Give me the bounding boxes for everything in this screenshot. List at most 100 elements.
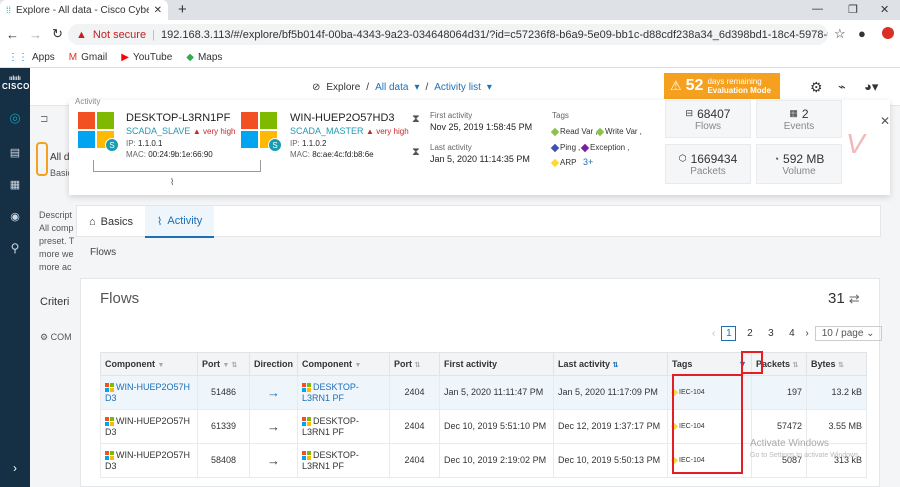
col-direction: Direction [249, 352, 298, 376]
forward-icon[interactable]: → [29, 27, 42, 42]
col-component[interactable]: Component ▼ [100, 352, 198, 376]
device2-ip: IP: 1.1.0.2 [290, 139, 327, 148]
url-text: 192.168.3.113/#/explore/bf5b014f-00ba-43… [160, 28, 828, 41]
red-mark-decoration: V [846, 128, 865, 159]
device1-role: SCADA_SLAVE ▲ very high [126, 126, 236, 136]
last-activity-value: Jan 5, 2020 11:14:35 PM [430, 154, 530, 164]
windows-device-icon [105, 416, 114, 426]
page-2[interactable]: 2 [742, 326, 757, 341]
tab-basics[interactable]: ⌂ Basics [77, 206, 145, 238]
chevron-down-icon[interactable]: ▾ [414, 82, 419, 93]
reports-nav-icon[interactable]: ▤ [7, 144, 23, 160]
minimize-icon[interactable]: — [812, 3, 823, 15]
user-avatar-icon[interactable]: ◕▾ [864, 79, 878, 95]
windows-device-icon [302, 382, 311, 392]
col-first-activity[interactable]: First activity [439, 352, 554, 376]
device2-mac: MAC: 8c:ae:4c:fd:b8:6e [290, 150, 374, 159]
device1-ip: IP: 1.1.0.1 [126, 139, 163, 148]
page-4[interactable]: 4 [784, 326, 799, 341]
explore-nav-icon[interactable]: ◎ [7, 110, 23, 126]
address-bar[interactable]: ▲ Not secure | 192.168.3.113/#/explore/b… [68, 24, 828, 45]
close-panel-icon[interactable]: ✕ [880, 114, 890, 128]
warning-icon: ⚠ [670, 78, 682, 93]
col-component[interactable]: Component ▼ [297, 352, 390, 376]
home-icon: ⌂ [89, 216, 96, 228]
collapse-icon[interactable]: ⊐ [40, 114, 48, 125]
activity-pulse-icon: ⌇ [170, 177, 175, 187]
bookmark-maps[interactable]: ◆ Maps [186, 52, 222, 63]
tag-write-var: Write Var, [595, 127, 642, 136]
new-tab-icon[interactable]: + [178, 1, 187, 18]
refresh-icon[interactable]: ⇄ [849, 291, 860, 307]
page-size-select[interactable]: 10 / page ⌄ [814, 326, 882, 341]
next-page-icon[interactable]: › [805, 328, 808, 339]
tab-title: Explore - All data - Cisco Cyber V [16, 4, 149, 16]
breadcrumb-explore[interactable]: Explore [326, 82, 360, 93]
device1-name[interactable]: DESKTOP-L3RN1PF [126, 112, 230, 124]
search-nav-icon[interactable]: ⚲ [7, 240, 23, 256]
col-tags[interactable]: Tags ▼ [667, 352, 752, 376]
expand-sidebar-icon[interactable]: › [7, 460, 23, 476]
page-1[interactable]: 1 [721, 326, 737, 341]
device1-mac: MAC: 00:24:9b:1e:66:90 [126, 150, 213, 159]
settings-gear-icon[interactable]: ⚙ [810, 79, 823, 96]
flows-icon: ⊟ [685, 108, 694, 118]
component-gear-label: ⚙ COM [40, 332, 72, 342]
col-port[interactable]: Port ⇅ [389, 352, 440, 376]
flows-title: Flows [100, 290, 140, 307]
tag-read-var: Read Var, [550, 127, 597, 136]
bookmark-apps[interactable]: ⋮⋮ Apps [8, 52, 55, 63]
device2-name[interactable]: WIN-HUEP2O57HD3 [290, 112, 395, 124]
first-activity-value: Nov 25, 2019 1:58:45 PM [430, 122, 533, 132]
tab-activity[interactable]: ⌇ Activity [145, 206, 215, 238]
flows-breadcrumb: Flows [90, 247, 117, 258]
eye-nav-icon[interactable]: ◉ [7, 208, 23, 224]
gmail-icon: M [68, 52, 78, 63]
reload-icon[interactable]: ↻ [52, 26, 63, 42]
apps-grid-icon: ⋮⋮ [8, 52, 28, 63]
flows-stat[interactable]: ⊟ 68407 Flows [665, 100, 751, 138]
back-icon[interactable]: ← [6, 27, 19, 42]
col-last-activity[interactable]: Last activity ⇅ [553, 352, 668, 376]
trial-badge[interactable]: ⚠ 52 days remaining Evaluation Mode [664, 73, 780, 99]
not-secure-label: Not secure [92, 28, 147, 41]
windows-device-icon [302, 450, 311, 460]
filter-highlight-box [741, 351, 763, 374]
browser-tab-bar: ⁞⁞ Explore - All data - Cisco Cyber V ✕ … [0, 0, 900, 20]
col-port[interactable]: Port ▼ ⇅ [197, 352, 250, 376]
prev-page-icon[interactable]: ‹ [712, 328, 715, 339]
calendar-icon: ▦ [789, 108, 798, 118]
bookmark-gmail[interactable]: M Gmail [69, 52, 107, 63]
bookmark-youtube[interactable]: ▶ YouTube [121, 52, 172, 63]
tag-arp: ARP [550, 158, 576, 167]
windows-device-icon [105, 382, 114, 392]
volume-stat[interactable]: ◔ 592 MB Volume [756, 144, 842, 184]
device-badge-icon: S [105, 138, 119, 152]
tag-ping: Ping, [550, 143, 580, 152]
col-bytes[interactable]: Bytes ⇅ [806, 352, 867, 376]
cisco-logo: ıılıılı CISCO [2, 76, 30, 91]
table-row[interactable]: WIN-HUEP2O57H D3 51486 → DESKTOP-L3RN1 P… [100, 375, 867, 410]
app-sidebar: ıılıılı CISCO ◎ ▤ ▦ ◉ ⚲ › [0, 68, 30, 487]
window-close-icon[interactable]: ✕ [880, 3, 889, 16]
extension-icon[interactable] [882, 27, 894, 39]
tags-more-link[interactable]: 3+ [583, 157, 593, 167]
close-tab-icon[interactable]: ✕ [154, 5, 162, 16]
breadcrumb-all-data[interactable]: All data [375, 82, 408, 93]
bookmark-star-icon[interactable]: ☆ [834, 26, 846, 42]
trial-days: 52 [685, 77, 704, 94]
chevron-down-icon[interactable]: ▾ [487, 82, 492, 93]
calendar-nav-icon[interactable]: ▦ [7, 176, 23, 192]
events-stat[interactable]: ▦ 2 Events [756, 100, 842, 138]
chart-icon[interactable]: ⌁ [838, 79, 846, 95]
maps-icon: ◆ [186, 52, 194, 63]
explore-compass-icon: ⊘ [312, 82, 321, 93]
bookmarks-bar: ⋮⋮ Apps M Gmail ▶ YouTube ◆ Maps [0, 48, 900, 68]
restore-icon[interactable]: ❐ [848, 3, 858, 16]
page-3[interactable]: 3 [763, 326, 778, 341]
account-icon[interactable]: ● [858, 26, 866, 41]
browser-tab[interactable]: ⁞⁞ Explore - All data - Cisco Cyber V ✕ [0, 0, 168, 20]
breadcrumb-activity-list[interactable]: Activity list [434, 82, 481, 93]
packets-stat[interactable]: ⬡ 1669434 Packets [665, 144, 751, 184]
device2-role: SCADA_MASTER ▲ very high [290, 126, 409, 136]
